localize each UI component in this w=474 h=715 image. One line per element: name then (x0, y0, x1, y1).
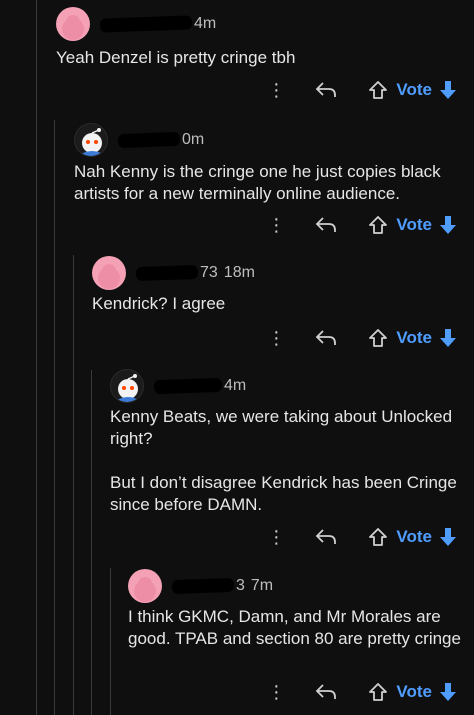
redaction (135, 264, 199, 282)
vote-label: Vote (396, 215, 432, 234)
snoo-icon (62, 15, 84, 40)
redaction (153, 377, 223, 395)
upvote-icon[interactable] (366, 215, 390, 235)
more-options-icon[interactable]: ⋮ (266, 683, 286, 701)
username-tail: 3 (236, 577, 245, 594)
snoo-icon (81, 128, 103, 156)
downvote-icon[interactable] (438, 328, 458, 348)
username[interactable]: 0m (117, 131, 205, 149)
comment-thread: 4m Yeah Denzel is pretty cringe tbh ⋮ Vo… (0, 0, 474, 715)
thread-line[interactable] (36, 0, 37, 715)
comment: 4m Yeah Denzel is pretty cringe tbh (56, 4, 466, 69)
pink-snoo-avatar[interactable] (92, 256, 126, 290)
comment-actions: ⋮ Vote (266, 210, 458, 240)
pink-snoo-avatar[interactable] (128, 569, 162, 603)
comment-header: 0m (74, 120, 466, 160)
comment-body: Kenny Beats, we were taking about Unlock… (110, 407, 457, 514)
comment-header: 4m (56, 4, 466, 44)
reply-icon[interactable] (312, 329, 340, 347)
username[interactable]: 4m (153, 377, 247, 395)
more-options-icon[interactable]: ⋮ (266, 329, 286, 347)
thread-line[interactable] (91, 370, 92, 715)
vote-label: Vote (396, 527, 432, 546)
username-tail: 4m (194, 15, 217, 32)
comment-header: 3 7m (128, 566, 466, 606)
redaction (171, 577, 235, 595)
downvote-icon[interactable] (438, 80, 458, 100)
white-snoo-avatar[interactable] (74, 123, 108, 157)
comment: 73 18m Kendrick? I agree (92, 253, 466, 315)
vote-label: Vote (396, 682, 432, 701)
comment-body: Nah Kenny is the cringe one he just copi… (74, 162, 446, 203)
vote-label: Vote (396, 80, 432, 99)
upvote-icon[interactable] (366, 80, 390, 100)
comment-header: 73 18m (92, 253, 466, 293)
snoo-icon (117, 374, 139, 402)
thread-line[interactable] (54, 120, 55, 715)
more-options-icon[interactable]: ⋮ (266, 528, 286, 546)
username[interactable]: 4m (99, 15, 217, 33)
pink-snoo-avatar[interactable] (56, 7, 90, 41)
upvote-icon[interactable] (366, 682, 390, 702)
comment-body: Kendrick? I agree (92, 294, 226, 313)
reply-icon[interactable] (312, 216, 340, 234)
vote-label: Vote (396, 328, 432, 347)
thread-line[interactable] (73, 255, 74, 715)
comment-actions: ⋮ Vote (266, 522, 458, 552)
username-tail: 73 (200, 264, 218, 281)
comment-body: I think GKMC, Damn, and Mr Morales are g… (128, 607, 461, 648)
comment: 4m Kenny Beats, we were taking about Unl… (110, 366, 466, 516)
username[interactable]: 73 18m (135, 264, 255, 282)
reply-icon[interactable] (312, 81, 340, 99)
comment-actions: ⋮ Vote (266, 677, 458, 707)
white-snoo-avatar[interactable] (110, 369, 144, 403)
comment: 0m Nah Kenny is the cringe one he just c… (74, 120, 466, 205)
redaction (117, 131, 181, 149)
comment-body: Yeah Denzel is pretty cringe tbh (56, 48, 296, 67)
downvote-icon[interactable] (438, 215, 458, 235)
snoo-icon (98, 264, 120, 289)
redaction (99, 15, 193, 33)
comment-actions: ⋮ Vote (266, 75, 458, 105)
username[interactable]: 3 7m (171, 577, 274, 595)
comment: 3 7m I think GKMC, Damn, and Mr Morales … (128, 566, 466, 650)
timestamp: 18m (223, 264, 255, 281)
username-tail: 0m (182, 131, 205, 148)
snoo-icon (134, 577, 156, 602)
timestamp: 7m (250, 577, 274, 594)
username-tail: 4m (224, 377, 247, 394)
downvote-icon[interactable] (438, 527, 458, 547)
more-options-icon[interactable]: ⋮ (266, 81, 286, 99)
downvote-icon[interactable] (438, 682, 458, 702)
upvote-icon[interactable] (366, 328, 390, 348)
reply-icon[interactable] (312, 683, 340, 701)
thread-line[interactable] (110, 568, 111, 715)
more-options-icon[interactable]: ⋮ (266, 216, 286, 234)
comment-header: 4m (110, 366, 466, 406)
upvote-icon[interactable] (366, 527, 390, 547)
comment-actions: ⋮ Vote (266, 323, 458, 353)
reply-icon[interactable] (312, 528, 340, 546)
